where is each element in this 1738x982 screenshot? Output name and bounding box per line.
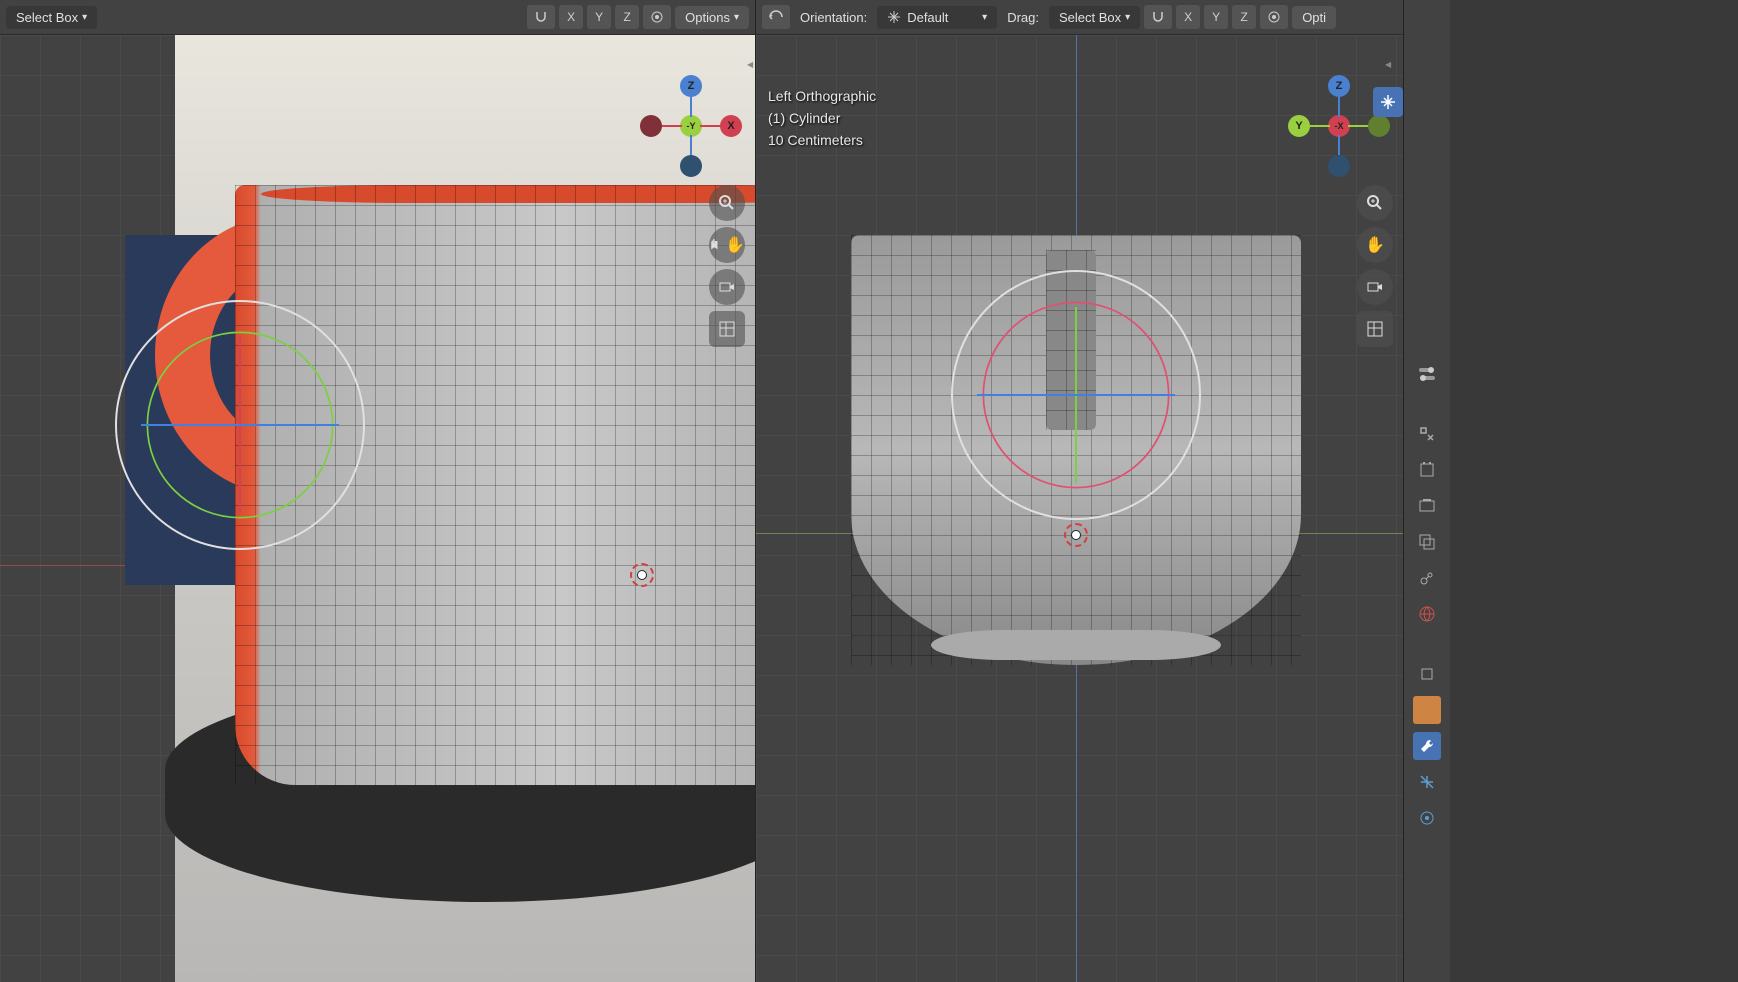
orientation-dropdown[interactable]: Default ▾ bbox=[877, 6, 997, 29]
object-info-text: (1) Cylinder bbox=[768, 107, 876, 129]
chevron-down-icon: ▾ bbox=[982, 12, 987, 23]
proportional-edit-icon[interactable] bbox=[1260, 5, 1288, 29]
snap-toggle-icon[interactable] bbox=[1144, 5, 1172, 29]
snap-toggle-icon[interactable] bbox=[527, 5, 555, 29]
nav-axis-y[interactable]: Y bbox=[1288, 115, 1310, 137]
object-data-icon[interactable] bbox=[1413, 696, 1441, 724]
nav-button-column: ✋ bbox=[709, 185, 745, 347]
gizmo-axis-z[interactable] bbox=[141, 424, 339, 426]
pan-icon[interactable]: ✋ bbox=[1357, 227, 1393, 263]
3d-cursor bbox=[630, 563, 654, 587]
scale-info-text: 10 Centimeters bbox=[768, 129, 876, 151]
right-header: Orientation: Default ▾ Drag: Select Box … bbox=[756, 0, 1403, 35]
options-panel-icon[interactable] bbox=[1413, 360, 1441, 388]
3d-cursor bbox=[1064, 523, 1088, 547]
navigation-gizmo[interactable]: Z X -Y bbox=[640, 75, 740, 175]
perspective-toggle-icon[interactable] bbox=[709, 311, 745, 347]
nav-axis-neg-x[interactable]: -X bbox=[1328, 115, 1350, 137]
left-viewport[interactable]: Select Box ▾ X Y Z Options ▾ bbox=[0, 0, 755, 982]
options-label: Options bbox=[685, 10, 730, 25]
camera-icon[interactable] bbox=[709, 269, 745, 305]
nav-axis-neg-y[interactable]: -Y bbox=[680, 115, 702, 137]
left-viewport-main[interactable]: Z X -Y ✋ ◀▶ bbox=[0, 35, 755, 982]
drag-select-label: Select Box bbox=[1059, 10, 1121, 25]
options-label: Opti bbox=[1302, 10, 1326, 25]
sidebar-toggle[interactable]: ◀ bbox=[1385, 60, 1401, 70]
pan-icon[interactable]: ✋ bbox=[709, 227, 745, 263]
properties-panel bbox=[1403, 0, 1450, 982]
tool-properties-icon[interactable] bbox=[1413, 420, 1441, 448]
nav-axis-neg-x[interactable] bbox=[640, 115, 662, 137]
render-properties-icon[interactable] bbox=[1413, 456, 1441, 484]
viewport-overlay-info: Left Orthographic (1) Cylinder 10 Centim… bbox=[768, 85, 876, 151]
nav-axis-neg-z[interactable] bbox=[1328, 155, 1350, 177]
nav-axis-neg-y[interactable] bbox=[1368, 115, 1390, 137]
nav-axis-z[interactable]: Z bbox=[680, 75, 702, 97]
modifier-properties-icon[interactable] bbox=[1413, 732, 1441, 760]
split-handle[interactable]: ◀▶ bbox=[747, 60, 755, 70]
left-header: Select Box ▾ X Y Z Options ▾ bbox=[0, 0, 755, 35]
axis-x-button[interactable]: X bbox=[559, 5, 583, 29]
drag-label: Drag: bbox=[1001, 10, 1045, 25]
right-viewport[interactable]: Orientation: Default ▾ Drag: Select Box … bbox=[755, 0, 1403, 982]
orientation-icon[interactable] bbox=[762, 5, 790, 29]
chevron-down-icon: ▾ bbox=[82, 12, 87, 23]
orientation-default-icon bbox=[887, 10, 901, 24]
output-properties-icon[interactable] bbox=[1413, 492, 1441, 520]
mesh-base bbox=[931, 630, 1221, 660]
orientation-label: Orientation: bbox=[794, 10, 873, 25]
orientation-value: Default bbox=[907, 10, 948, 25]
zoom-icon[interactable] bbox=[1357, 185, 1393, 221]
object-properties-icon[interactable] bbox=[1413, 660, 1441, 688]
view-layer-icon[interactable] bbox=[1413, 528, 1441, 556]
nav-axis-neg-z[interactable] bbox=[680, 155, 702, 177]
axis-y-button[interactable]: Y bbox=[1204, 5, 1228, 29]
proportional-edit-icon[interactable] bbox=[643, 5, 671, 29]
perspective-toggle-icon[interactable] bbox=[1357, 311, 1393, 347]
axis-z-button[interactable]: Z bbox=[1232, 5, 1256, 29]
axis-x-button[interactable]: X bbox=[1176, 5, 1200, 29]
transform-tool-icon[interactable] bbox=[1373, 87, 1403, 117]
rotation-gizmo[interactable] bbox=[966, 285, 1186, 505]
gizmo-axis-z[interactable] bbox=[977, 394, 1175, 396]
nav-button-column: ✋ bbox=[1357, 185, 1393, 347]
scene-properties-icon[interactable] bbox=[1413, 564, 1441, 592]
right-viewport-main[interactable]: Left Orthographic (1) Cylinder 10 Centim… bbox=[756, 35, 1403, 982]
select-tool-label: Select Box bbox=[16, 10, 78, 25]
particle-properties-icon[interactable] bbox=[1413, 768, 1441, 796]
nav-axis-z[interactable]: Z bbox=[1328, 75, 1350, 97]
rotation-gizmo[interactable] bbox=[130, 315, 350, 535]
select-tool-dropdown[interactable]: Select Box ▾ bbox=[6, 6, 97, 29]
drag-select-tool-dropdown[interactable]: Select Box ▾ bbox=[1049, 6, 1140, 29]
zoom-icon[interactable] bbox=[709, 185, 745, 221]
camera-icon[interactable] bbox=[1357, 269, 1393, 305]
options-dropdown[interactable]: Opti bbox=[1292, 6, 1336, 29]
chevron-down-icon: ▾ bbox=[734, 12, 739, 23]
options-dropdown[interactable]: Options ▾ bbox=[675, 6, 749, 29]
chevron-down-icon: ▾ bbox=[1125, 12, 1130, 23]
world-properties-icon[interactable] bbox=[1413, 600, 1441, 628]
view-name-text: Left Orthographic bbox=[768, 85, 876, 107]
nav-axis-x[interactable]: X bbox=[720, 115, 742, 137]
axis-y-button[interactable]: Y bbox=[587, 5, 611, 29]
physics-properties-icon[interactable] bbox=[1413, 804, 1441, 832]
axis-z-button[interactable]: Z bbox=[615, 5, 639, 29]
